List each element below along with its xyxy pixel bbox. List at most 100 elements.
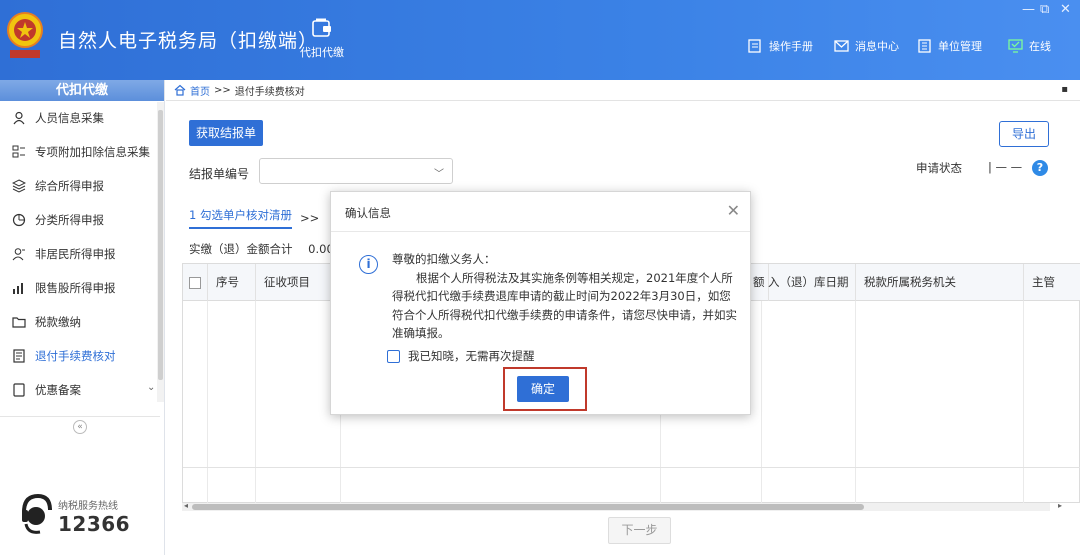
sidebar-item-fee-refund[interactable]: 退付手续费核对 — [0, 339, 164, 373]
col-tax-authority: 税款所属税务机关 — [856, 264, 1024, 301]
chevron-down-icon[interactable]: ⌄ — [147, 382, 155, 393]
hotline-label: 纳税服务热线 — [58, 501, 118, 512]
layers-icon — [12, 179, 26, 193]
breadcrumb-home[interactable]: 首页 — [190, 83, 210, 98]
table-summary-row — [183, 467, 1080, 501]
close-tab-icon[interactable]: ▪ — [1061, 84, 1068, 95]
confirm-highlight-box: 确定 — [503, 367, 587, 411]
step-indicator: 1 勾选单户核对清册 >> — [189, 207, 319, 229]
fetch-statement-button[interactable]: 获取结报单 — [189, 120, 263, 146]
dialog-greeting: 尊敬的扣缴义务人： — [392, 252, 496, 266]
select-all-checkbox[interactable] — [189, 276, 201, 289]
sidebar-item-label: 分类所得申报 — [35, 213, 104, 227]
breadcrumb: 首页 >> 退付手续费核对 ▪ — [166, 80, 1080, 101]
sidebar-item-label: 优惠备案 — [35, 383, 81, 397]
collapse-icon[interactable]: « — [73, 420, 87, 434]
info-icon: i — [359, 255, 378, 274]
help-icon[interactable]: ? — [1032, 160, 1048, 176]
sidebar-item-comprehensive-income[interactable]: 综合所得申报 — [0, 169, 164, 203]
sidebar: 代扣代缴 人员信息采集 专项附加扣除信息采集 综合所得申报 分类所得申报 非居民… — [0, 80, 165, 555]
unit-management-label: 单位管理 — [938, 40, 982, 53]
headset-icon — [22, 493, 52, 534]
next-step-button[interactable]: 下一步 — [608, 517, 671, 544]
tax-emblem-logo — [7, 12, 43, 58]
breadcrumb-current: 退付手续费核对 — [234, 86, 305, 98]
dont-remind-label: 我已知晓，无需再次提醒 — [408, 349, 535, 363]
sidebar-item-label: 税款缴纳 — [35, 315, 81, 329]
sidebar-item-person-info[interactable]: 人员信息采集 — [0, 101, 164, 135]
bar-chart-icon — [13, 283, 23, 294]
sidebar-item-tax-payment[interactable]: 税款缴纳 — [0, 305, 164, 339]
sidebar-item-label: 综合所得申报 — [35, 179, 104, 193]
col-collection-item: 征收项目 — [256, 264, 341, 301]
sidebar-item-label: 非居民所得申报 — [35, 247, 116, 261]
sidebar-scroll-thumb[interactable] — [158, 110, 163, 380]
online-status[interactable]: 在线 — [1008, 38, 1051, 54]
manual-label: 操作手册 — [769, 40, 813, 53]
sidebar-item-label: 专项附加扣除信息采集 — [35, 145, 150, 159]
application-status-label: 申请状态 — [916, 161, 962, 175]
dont-remind-option[interactable]: 我已知晓，无需再次提醒 — [387, 348, 535, 364]
dont-remind-checkbox[interactable] — [387, 349, 400, 363]
step-separator: >> — [299, 211, 320, 225]
amount-label: 实缴（退）金额合计 — [189, 242, 293, 256]
scroll-right-icon[interactable]: ▸ — [1058, 501, 1062, 510]
sidebar-scrollbar[interactable] — [157, 102, 164, 402]
sidebar-item-label: 人员信息采集 — [35, 111, 104, 125]
wallet-icon — [312, 18, 331, 37]
dialog-header: 确认信息 ✕ — [331, 192, 750, 232]
confirm-button[interactable]: 确定 — [517, 376, 569, 402]
sidebar-item-special-deduction[interactable]: 专项附加扣除信息采集 — [0, 135, 164, 169]
statement-number-label: 结报单编号 — [189, 167, 250, 181]
confirm-dialog: 确认信息 ✕ i 尊敬的扣缴义务人： 根据个人所得税法及其实施条例等相关规定，2… — [330, 191, 751, 415]
document-icon — [13, 349, 25, 363]
pie-icon — [12, 213, 26, 227]
col-competent: 主管 — [1032, 275, 1055, 289]
building-icon — [918, 39, 931, 53]
message-center-link[interactable]: 消息中心 — [834, 38, 899, 54]
amount-summary: 实缴（退）金额合计 0.00 — [189, 241, 334, 257]
tab-withholding-label: 代扣代缴 — [300, 46, 344, 59]
app-title: 自然人电子税务局（扣缴端） — [58, 30, 319, 52]
manual-link[interactable]: 操作手册 — [748, 38, 813, 54]
select-all-cell — [183, 264, 208, 301]
app-header: 自然人电子税务局（扣缴端） 代扣代缴 — ⧉ ✕ 操作手册 消息中心 单位管理 … — [0, 0, 1080, 80]
breadcrumb-separator: >> — [214, 84, 231, 96]
message-center-label: 消息中心 — [855, 40, 899, 53]
restore-button[interactable]: ⧉ — [1040, 2, 1049, 17]
table-horizontal-scrollbar[interactable]: ◂ ▸ — [182, 501, 1062, 511]
sidebar-item-restricted-stock[interactable]: 限售股所得申报 — [0, 271, 164, 305]
sidebar-item-label: 退付手续费核对 — [35, 349, 116, 363]
sidebar-title: 代扣代缴 — [0, 80, 164, 101]
sidebar-item-preferential-filing[interactable]: 优惠备案 ⌄ — [0, 373, 164, 407]
export-button[interactable]: 导出 — [999, 121, 1049, 147]
close-icon[interactable]: ✕ — [727, 201, 740, 220]
sidebar-collapse-row: « — [0, 416, 160, 436]
grid-icon — [12, 145, 25, 158]
col-deposit-date: 入（退）库日期 — [762, 264, 856, 301]
mail-icon — [834, 40, 849, 52]
statement-number-select[interactable]: ﹀ — [259, 158, 453, 184]
service-hotline: 纳税服务热线 12366 — [18, 492, 158, 542]
sidebar-item-classified-income[interactable]: 分类所得申报 — [0, 203, 164, 237]
monitor-check-icon — [1008, 39, 1023, 53]
book-icon — [748, 39, 761, 53]
sidebar-item-label: 限售股所得申报 — [35, 281, 116, 295]
minimize-button[interactable]: — — [1022, 2, 1035, 17]
folder-icon — [12, 317, 26, 328]
file-icon — [13, 383, 25, 397]
scroll-left-icon[interactable]: ◂ — [184, 501, 188, 510]
application-status-value: | — — — [988, 160, 1023, 174]
online-label: 在线 — [1029, 40, 1051, 53]
unit-management-link[interactable]: 单位管理 — [917, 38, 982, 54]
person-outline-icon — [12, 248, 25, 261]
sidebar-item-nonresident-income[interactable]: 非居民所得申报 — [0, 237, 164, 271]
table-scroll-thumb[interactable] — [192, 504, 864, 510]
dialog-message: 尊敬的扣缴义务人： 根据个人所得税法及其实施条例等相关规定，2021年度个人所得… — [392, 250, 740, 343]
hotline-number: 12366 — [58, 512, 131, 536]
col-index: 序号 — [208, 264, 256, 301]
close-window-button[interactable]: ✕ — [1060, 2, 1071, 17]
tab-withholding[interactable]: 代扣代缴 — [292, 18, 352, 60]
home-icon[interactable] — [174, 84, 186, 96]
step-1-tab[interactable]: 1 勾选单户核对清册 — [189, 207, 292, 229]
